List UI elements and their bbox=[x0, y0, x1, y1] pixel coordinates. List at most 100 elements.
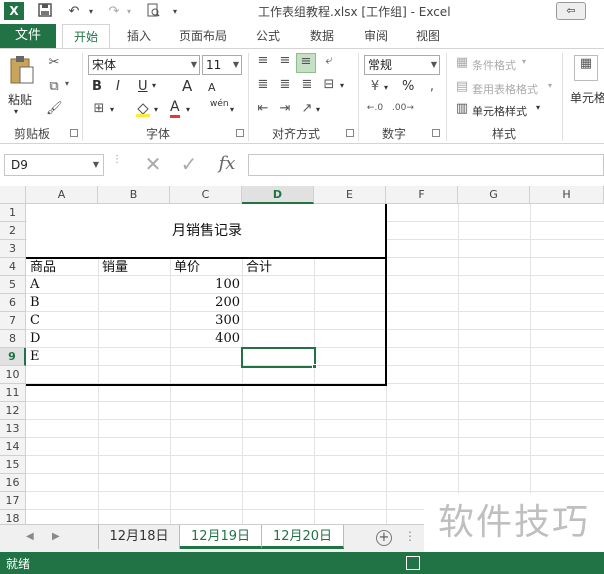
tab-data[interactable]: 数据 bbox=[302, 24, 342, 48]
column-header-b[interactable]: B bbox=[98, 186, 170, 204]
row-header[interactable]: 7 bbox=[0, 312, 26, 330]
align-center-icon[interactable]: ≣ bbox=[276, 77, 294, 92]
column-header-f[interactable]: F bbox=[386, 186, 458, 204]
copy-icon[interactable]: ⧉ bbox=[46, 79, 62, 94]
grow-font-button[interactable]: A bbox=[182, 77, 192, 95]
formula-input[interactable] bbox=[248, 154, 604, 176]
header-cell-total[interactable]: 合计 bbox=[244, 259, 314, 277]
worksheet-grid[interactable]: A B C D E F G H 1 2 3 4 5 6 7 8 9 10 11 … bbox=[0, 186, 604, 524]
customize-qat-icon[interactable]: ▾ bbox=[170, 3, 180, 21]
align-bottom-icon[interactable]: ≡ bbox=[296, 53, 316, 73]
align-left-icon[interactable]: ≣ bbox=[254, 77, 272, 92]
cancel-icon[interactable]: ✕ bbox=[142, 152, 164, 176]
row-header[interactable]: 18 bbox=[0, 510, 26, 524]
tab-review[interactable]: 审阅 bbox=[356, 24, 396, 48]
header-cell-price[interactable]: 单价 bbox=[172, 259, 242, 277]
add-sheet-button[interactable]: + bbox=[376, 530, 392, 546]
copy-dropdown-icon[interactable]: ▾ bbox=[62, 79, 72, 88]
select-all-corner[interactable] bbox=[0, 186, 26, 204]
decrease-indent-icon[interactable]: ⇤ bbox=[254, 101, 272, 116]
price-cell[interactable]: 200 bbox=[170, 294, 242, 312]
tab-file[interactable]: 文件 bbox=[0, 24, 56, 48]
enter-icon[interactable]: ✓ bbox=[178, 152, 200, 176]
orientation-dropdown-icon[interactable]: ▾ bbox=[316, 105, 320, 114]
number-launcher-icon[interactable] bbox=[432, 129, 440, 137]
format-painter-icon[interactable]: 🖌 bbox=[46, 101, 63, 116]
decrease-decimal-icon[interactable]: .00→ bbox=[392, 103, 414, 113]
comma-style-icon[interactable]: , bbox=[424, 79, 440, 94]
phonetic-dropdown-icon[interactable]: ▾ bbox=[230, 105, 234, 114]
font-color-dropdown-icon[interactable]: ▾ bbox=[186, 105, 190, 114]
table-title-cell[interactable]: 月销售记录 bbox=[170, 222, 270, 240]
row-header[interactable]: 16 bbox=[0, 474, 26, 492]
borders-dropdown-icon[interactable]: ▾ bbox=[110, 105, 114, 114]
increase-indent-icon[interactable]: ⇥ bbox=[276, 101, 294, 116]
undo-dropdown-icon[interactable]: ▾ bbox=[86, 3, 96, 21]
column-header-g[interactable]: G bbox=[458, 186, 530, 204]
currency-dropdown-icon[interactable]: ▾ bbox=[384, 83, 388, 92]
name-box[interactable]: D9 ▼ bbox=[4, 154, 104, 176]
row-header[interactable]: 6 bbox=[0, 294, 26, 312]
row-header[interactable]: 12 bbox=[0, 402, 26, 420]
column-header-h[interactable]: H bbox=[530, 186, 604, 204]
bold-button[interactable]: B bbox=[92, 79, 102, 94]
cut-icon[interactable]: ✂ bbox=[46, 55, 62, 70]
fill-color-dropdown-icon[interactable]: ▾ bbox=[154, 105, 158, 114]
product-cell[interactable]: E bbox=[28, 348, 98, 366]
alignment-launcher-icon[interactable] bbox=[346, 129, 354, 137]
borders-icon[interactable]: ⊞ bbox=[90, 101, 108, 116]
row-header[interactable]: 11 bbox=[0, 384, 26, 402]
align-right-icon[interactable]: ≣ bbox=[298, 77, 316, 92]
phonetic-button[interactable]: wén bbox=[210, 99, 229, 109]
column-header-a[interactable]: A bbox=[26, 186, 98, 204]
tab-split-icon[interactable]: ⋮ bbox=[404, 529, 416, 543]
align-top-icon[interactable]: ≡ bbox=[254, 53, 272, 68]
font-launcher-icon[interactable] bbox=[236, 129, 244, 137]
price-cell[interactable]: 100 bbox=[170, 276, 242, 294]
product-cell[interactable]: B bbox=[28, 294, 98, 312]
row-header[interactable]: 8 bbox=[0, 330, 26, 348]
wrap-text-icon[interactable]: ⤶ bbox=[320, 53, 338, 68]
column-header-c[interactable]: C bbox=[170, 186, 242, 204]
header-cell-sales[interactable]: 销量 bbox=[100, 259, 170, 277]
sheet-tab-2[interactable]: 12月19日 bbox=[180, 525, 262, 549]
row-header[interactable]: 5 bbox=[0, 276, 26, 294]
increase-decimal-icon[interactable]: ←.0 bbox=[366, 103, 384, 113]
print-preview-icon[interactable] bbox=[144, 3, 162, 21]
row-header[interactable]: 4 bbox=[0, 258, 26, 276]
redo-icon[interactable]: ↷ bbox=[104, 3, 124, 21]
price-cell[interactable]: 400 bbox=[170, 330, 242, 348]
tab-view[interactable]: 视图 bbox=[408, 24, 448, 48]
font-color-button[interactable]: A bbox=[170, 99, 180, 118]
row-header[interactable]: 10 bbox=[0, 366, 26, 384]
restore-button[interactable]: ⇦ bbox=[556, 2, 586, 20]
cell-styles-icon[interactable]: ▥ bbox=[454, 101, 470, 116]
clipboard-launcher-icon[interactable] bbox=[70, 129, 78, 137]
merge-center-icon[interactable]: ⊟ bbox=[320, 77, 338, 92]
cells-group-button[interactable]: 单元格 bbox=[570, 89, 604, 106]
fill-handle[interactable] bbox=[312, 364, 317, 369]
price-cell[interactable] bbox=[170, 348, 242, 366]
column-header-e[interactable]: E bbox=[314, 186, 386, 204]
tab-formulas[interactable]: 公式 bbox=[248, 24, 288, 48]
paste-button[interactable]: 粘贴 bbox=[8, 91, 32, 108]
row-header[interactable]: 1 bbox=[0, 204, 26, 222]
sheet-tab-1[interactable]: 12月18日 bbox=[98, 525, 180, 549]
cell-styles-dropdown-icon[interactable]: ▾ bbox=[536, 103, 540, 112]
row-header[interactable]: 14 bbox=[0, 438, 26, 456]
row-header[interactable]: 17 bbox=[0, 492, 26, 510]
currency-icon[interactable]: ¥ bbox=[366, 79, 384, 94]
row-header[interactable]: 3 bbox=[0, 240, 26, 258]
cell-styles-button[interactable]: 单元格样式 bbox=[472, 103, 527, 119]
row-header[interactable]: 15 bbox=[0, 456, 26, 474]
tab-page-layout[interactable]: 页面布局 bbox=[172, 24, 234, 48]
save-icon[interactable] bbox=[36, 3, 54, 21]
row-header[interactable]: 13 bbox=[0, 420, 26, 438]
cells-icon[interactable]: ▦ bbox=[574, 55, 598, 81]
merge-dropdown-icon[interactable]: ▾ bbox=[340, 81, 344, 90]
product-cell[interactable]: A bbox=[28, 276, 98, 294]
percent-button[interactable]: % bbox=[402, 79, 414, 94]
prev-sheet-icon[interactable]: ◀ bbox=[26, 531, 34, 542]
undo-icon[interactable]: ↶ bbox=[64, 3, 84, 21]
normal-view-icon[interactable] bbox=[406, 556, 420, 570]
